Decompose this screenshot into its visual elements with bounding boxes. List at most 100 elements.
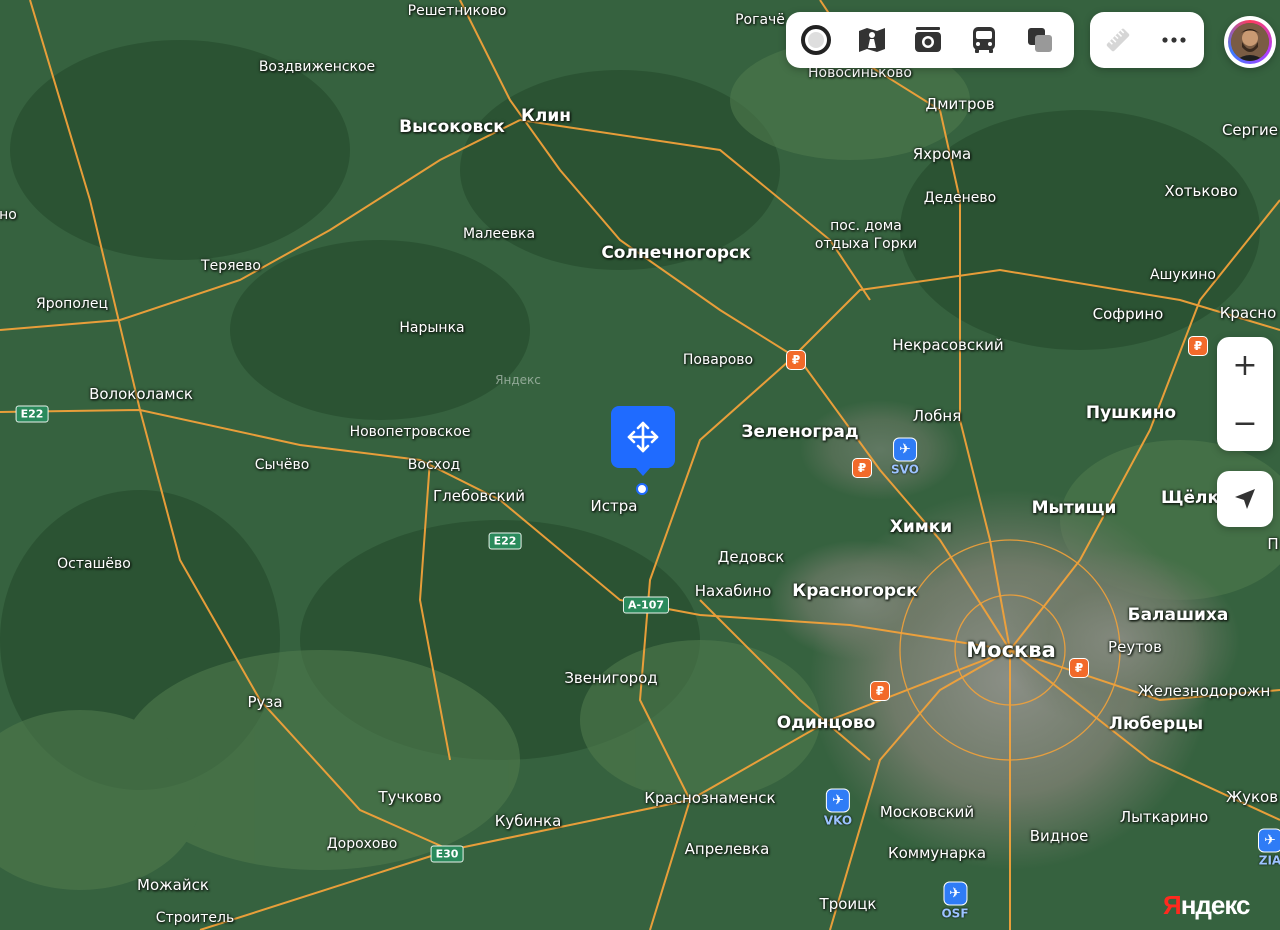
- avatar: [1231, 23, 1269, 61]
- place-label[interactable]: П: [1267, 535, 1278, 553]
- place-label[interactable]: Руза: [247, 693, 282, 711]
- place-label[interactable]: Глебовский: [433, 487, 525, 505]
- place-label[interactable]: но: [0, 206, 17, 224]
- place-label[interactable]: Звенигород: [564, 669, 657, 687]
- toll-road-icon: ₽: [870, 681, 890, 701]
- place-label[interactable]: Ашукино: [1150, 266, 1216, 284]
- yandex-logo[interactable]: Яндекс: [1163, 890, 1250, 921]
- place-label[interactable]: Дмитров: [925, 95, 994, 113]
- place-label[interactable]: Клин: [521, 107, 571, 125]
- place-label[interactable]: Поварово: [683, 351, 753, 369]
- airport-marker[interactable]: ✈ VKO: [823, 788, 853, 828]
- place-label[interactable]: Щёлк: [1161, 489, 1219, 507]
- map-type-button[interactable]: [1012, 12, 1068, 68]
- toll-road-icon: ₽: [1188, 336, 1208, 356]
- airport-code: OSF: [941, 906, 969, 921]
- place-label[interactable]: Строитель: [156, 909, 234, 927]
- place-label[interactable]: Высоковск: [399, 118, 505, 136]
- photos-button[interactable]: [900, 12, 956, 68]
- panorama-button[interactable]: [844, 12, 900, 68]
- airport-marker[interactable]: ✈ OSF: [941, 881, 969, 921]
- road-shield: A-107: [622, 596, 670, 614]
- place-label[interactable]: Хотьково: [1164, 182, 1237, 200]
- panorama-person-icon: [859, 28, 885, 52]
- place-label[interactable]: Красногорск: [792, 582, 917, 600]
- airplane-icon: ✈: [1258, 828, 1280, 853]
- place-label[interactable]: Можайск: [137, 876, 209, 894]
- place-label[interactable]: Нахабино: [695, 582, 772, 600]
- place-label[interactable]: Пушкино: [1086, 404, 1176, 422]
- place-label[interactable]: Московский: [880, 803, 974, 821]
- place-label[interactable]: Истра: [591, 497, 638, 515]
- place-label[interactable]: Восход: [408, 456, 460, 474]
- place-label[interactable]: Кубинка: [495, 812, 562, 830]
- logo-first-letter: Я: [1163, 890, 1182, 920]
- place-label[interactable]: Мытищи: [1032, 499, 1117, 517]
- move-arrows-icon: [627, 421, 659, 453]
- place-label[interactable]: Софрино: [1093, 305, 1164, 323]
- place-label[interactable]: Решетниково: [408, 2, 507, 20]
- place-label[interactable]: Троицк: [820, 895, 877, 913]
- place-label[interactable]: Малеевка: [463, 225, 535, 243]
- place-label[interactable]: Химки: [890, 518, 952, 536]
- place-label[interactable]: Нарынка: [399, 319, 464, 337]
- place-label[interactable]: Зеленоград: [741, 423, 858, 441]
- place-label[interactable]: Коммунарка: [888, 844, 986, 862]
- toll-road-icon: ₽: [852, 458, 872, 478]
- place-label[interactable]: Одинцово: [777, 714, 876, 732]
- place-label[interactable]: пос. дома: [830, 217, 902, 235]
- place-label[interactable]: Лобня: [913, 407, 962, 425]
- location-arrow-icon: [1235, 489, 1255, 509]
- place-label[interactable]: Дорохово: [327, 835, 398, 853]
- map-canvas[interactable]: Яндекс Решетниково Рогачё Воздвиженское Нов…: [0, 0, 1280, 930]
- place-label[interactable]: отдыха Горки: [815, 235, 917, 253]
- place-label[interactable]: Новопетровское: [350, 423, 471, 441]
- map-type-squares-icon: [1028, 28, 1052, 52]
- more-button[interactable]: [1146, 12, 1202, 68]
- place-label[interactable]: Видное: [1030, 827, 1089, 845]
- place-label[interactable]: Красно: [1220, 304, 1277, 322]
- more-dots-icon: [1162, 37, 1186, 43]
- layers-button[interactable]: [788, 12, 844, 68]
- place-label[interactable]: Москва: [966, 640, 1056, 661]
- place-label[interactable]: Апрелевка: [685, 840, 770, 858]
- place-label[interactable]: Дедовск: [718, 548, 785, 566]
- place-label[interactable]: Рогачё: [735, 11, 785, 29]
- place-label[interactable]: Балашиха: [1128, 606, 1229, 624]
- place-label[interactable]: Яхрома: [913, 145, 972, 163]
- geolocation-button[interactable]: [1217, 471, 1273, 527]
- place-label[interactable]: Солнечногорск: [601, 244, 750, 262]
- place-label[interactable]: Люберцы: [1109, 715, 1203, 733]
- map-toolbar: [786, 12, 1074, 68]
- place-label[interactable]: Реутов: [1108, 638, 1162, 656]
- place-label[interactable]: Ярополец: [36, 295, 108, 313]
- place-label[interactable]: Тучково: [378, 788, 441, 806]
- place-label[interactable]: Некрасовский: [892, 336, 1003, 354]
- place-label[interactable]: Железнодорожн: [1138, 682, 1271, 700]
- user-avatar-button[interactable]: [1224, 16, 1276, 68]
- move-point-marker[interactable]: [611, 406, 675, 476]
- road-shield: E22: [15, 405, 49, 423]
- place-label[interactable]: Жуков: [1226, 788, 1278, 806]
- place-label[interactable]: Волоколамск: [89, 385, 193, 403]
- place-label[interactable]: Сычёво: [255, 456, 310, 474]
- airport-marker[interactable]: ✈ SVO: [891, 437, 919, 477]
- place-label[interactable]: Лыткарино: [1120, 808, 1208, 826]
- airplane-icon: ✈: [892, 437, 917, 462]
- toll-road-icon: ₽: [786, 350, 806, 370]
- ruler-icon: [1106, 28, 1130, 52]
- transit-button[interactable]: [956, 12, 1012, 68]
- place-label[interactable]: Теряево: [201, 257, 261, 275]
- place-label[interactable]: Сергие: [1222, 121, 1278, 139]
- airport-code: VKO: [823, 813, 853, 828]
- place-label[interactable]: Осташёво: [57, 555, 131, 573]
- airport-code: ZIA: [1258, 853, 1280, 868]
- airport-marker[interactable]: ✈ ZIA: [1258, 828, 1280, 868]
- place-label[interactable]: Деденево: [924, 189, 996, 207]
- zoom-in-button[interactable]: +: [1217, 337, 1273, 393]
- map-watermark: Яндекс: [495, 373, 541, 387]
- place-label[interactable]: Воздвиженское: [259, 58, 375, 76]
- zoom-out-button[interactable]: −: [1217, 395, 1273, 451]
- place-label[interactable]: Краснознаменск: [644, 789, 775, 807]
- ruler-button[interactable]: [1090, 12, 1146, 68]
